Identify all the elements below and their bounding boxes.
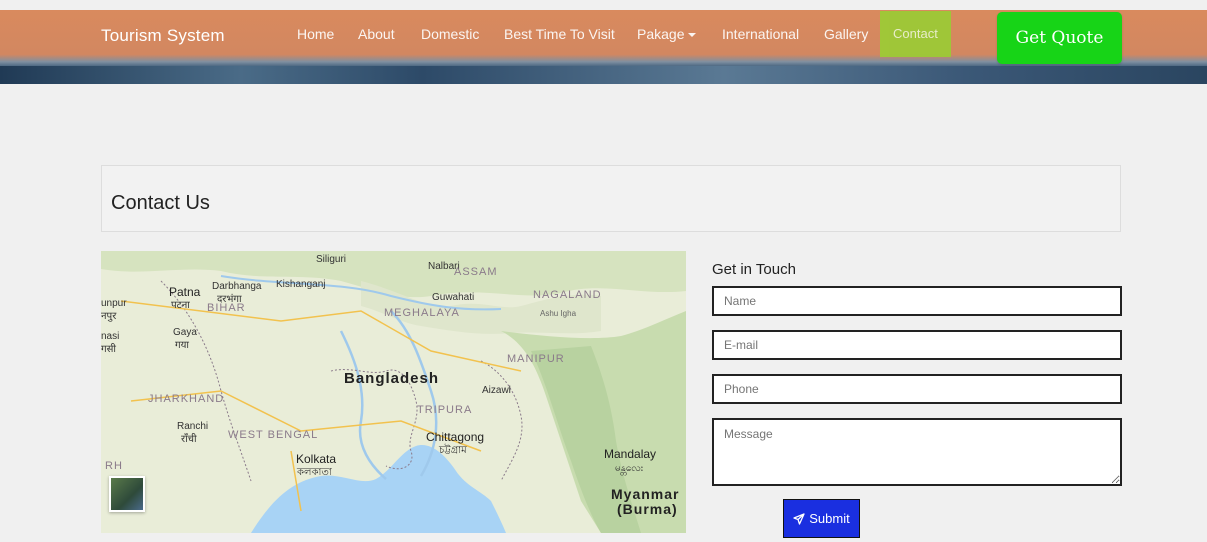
map-label-meghalaya: MEGHALAYA [384, 307, 460, 319]
map-label-bangladesh: Bangladesh [344, 370, 440, 387]
map-label-rh: RH [105, 460, 123, 472]
map-label-siliguri: Siliguri [316, 254, 347, 265]
map-label-kishanganj: Kishanganj [276, 279, 326, 290]
form-title: Get in Touch [712, 261, 796, 278]
phone-input[interactable] [712, 374, 1122, 404]
map-satellite-toggle[interactable] [109, 476, 145, 512]
brand-logo-text[interactable]: Tourism System [101, 26, 225, 46]
nav-domestic[interactable]: Domestic [421, 26, 479, 42]
google-map[interactable]: Siliguri Nalbari ASSAM Patna पटना Darbha… [101, 251, 686, 533]
submit-button[interactable]: Submit [783, 499, 860, 538]
map-label-myanmar: Myanmar [611, 486, 680, 502]
map-label-tripura: TRIPURA [417, 404, 473, 416]
map-label-manipur: MANIPUR [507, 353, 565, 365]
caret-down-icon [688, 33, 697, 38]
page-title: Contact Us [111, 192, 210, 214]
navbar-background-image [0, 66, 1207, 84]
map-label-kolkata: Kolkata [296, 452, 337, 466]
nav-pakage-label: Pakage [637, 26, 685, 42]
map-label-kolkata-bn: কলকাতা [297, 467, 332, 478]
map-label-ranchi-hi: राँची [181, 434, 197, 445]
map-label-guwahati: Guwahati [432, 292, 475, 303]
map-label-chittagong: Chittagong [426, 430, 485, 444]
submit-label: Submit [809, 511, 850, 526]
message-textarea[interactable] [712, 418, 1122, 486]
map-label-jharkhand: JHARKHAND [148, 393, 225, 405]
contact-header-panel: Contact Us [101, 165, 1121, 232]
map-label-nasi-hi: गसी [101, 344, 116, 355]
nav-contact[interactable]: Contact [880, 11, 951, 57]
map-label-bihar: BIHAR [207, 302, 246, 314]
map-label-gaya-hi: गया [175, 340, 190, 351]
nav-pakage-dropdown[interactable]: Pakage [637, 26, 697, 42]
map-label-jaunpur-hi: नपुर [101, 311, 117, 322]
map-label-patna-hi: पटना [171, 300, 190, 311]
map-label-assam: ASSAM [454, 266, 498, 278]
nav-about[interactable]: About [358, 26, 395, 42]
map-label-ashu: Ashu Igha [540, 309, 577, 318]
map-label-chittagong-bn: চট্টগ্রাম [439, 445, 467, 456]
map-label-burma: (Burma) [617, 501, 678, 517]
map-label-aizawl: Aizawl [482, 385, 511, 396]
nav-international[interactable]: International [722, 26, 799, 42]
name-input[interactable] [712, 286, 1122, 316]
email-input[interactable] [712, 330, 1122, 360]
map-label-west-bengal: WEST BENGAL [228, 429, 319, 441]
paper-plane-icon [793, 512, 805, 525]
navbar: Tourism System Home About Domestic Best … [0, 10, 1207, 84]
nav-gallery[interactable]: Gallery [824, 26, 868, 42]
map-label-nagaland: NAGALAND [533, 289, 602, 301]
nav-home[interactable]: Home [297, 26, 334, 42]
get-quote-button[interactable]: Get Quote [997, 12, 1122, 64]
map-label-mandalay: Mandalay [604, 447, 657, 461]
nav-best-time-to-visit[interactable]: Best Time To Visit [504, 26, 615, 42]
map-label-mandalay-my: မန္တလေး [615, 463, 644, 474]
